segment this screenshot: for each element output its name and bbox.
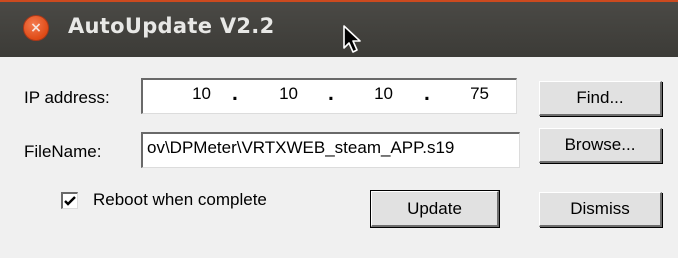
window-title: AutoUpdate V2.2 (68, 14, 275, 38)
filename-label: FileName: (24, 142, 102, 161)
browse-button[interactable]: Browse... (539, 128, 662, 163)
ip-octet-4[interactable]: 75 (449, 84, 489, 104)
mouse-pointer-icon (343, 25, 361, 53)
title-bar[interactable]: × AutoUpdate V2.2 (0, 0, 678, 57)
ip-address-field[interactable]: 10 . 10 . 10 . 75 (141, 78, 517, 114)
filename-field[interactable]: ov\DPMeter\VRTXWEB_steam_APP.s19 (141, 132, 520, 168)
checkmark-icon (64, 196, 76, 206)
ip-address-label: IP address: (24, 88, 110, 107)
ip-separator: . (424, 82, 430, 105)
ip-separator: . (232, 82, 238, 105)
update-button[interactable]: Update (370, 190, 500, 228)
find-button[interactable]: Find... (539, 81, 662, 116)
filename-value: ov\DPMeter\VRTXWEB_steam_APP.s19 (147, 138, 455, 157)
ip-octet-3[interactable]: 10 (353, 84, 393, 104)
ip-octet-2[interactable]: 10 (258, 84, 298, 104)
close-icon[interactable]: × (23, 15, 49, 41)
ip-octet-1[interactable]: 10 (171, 84, 211, 104)
reboot-checkbox[interactable] (61, 192, 78, 209)
reboot-label[interactable]: Reboot when complete (93, 190, 267, 210)
dismiss-button[interactable]: Dismiss (539, 192, 662, 227)
ip-separator: . (328, 82, 334, 105)
